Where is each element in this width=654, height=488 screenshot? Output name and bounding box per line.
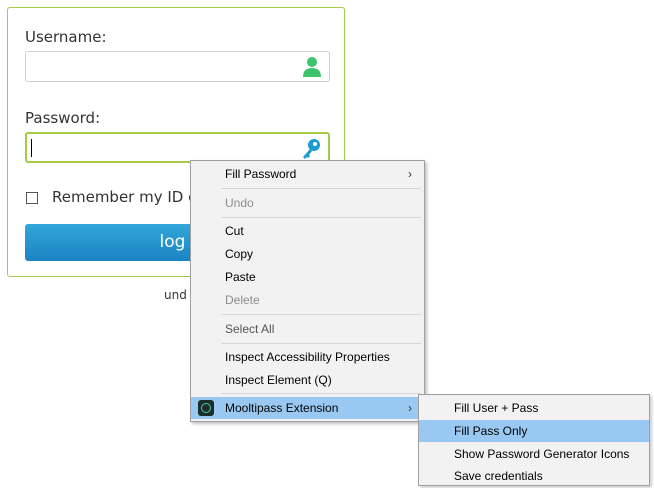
menu-item-cut[interactable]: Cut bbox=[191, 220, 424, 242]
mooltipass-submenu: Fill User + Pass Fill Pass Only Show Pas… bbox=[418, 394, 650, 486]
menu-item-select-all[interactable]: Select All bbox=[191, 318, 424, 340]
menu-separator bbox=[221, 314, 421, 315]
user-icon[interactable] bbox=[302, 56, 322, 78]
password-field[interactable] bbox=[25, 132, 330, 163]
menu-item-inspect-accessibility[interactable]: Inspect Accessibility Properties bbox=[191, 346, 424, 368]
remember-checkbox[interactable] bbox=[26, 192, 38, 204]
menu-item-label: Mooltipass Extension bbox=[225, 401, 339, 415]
menu-separator bbox=[221, 217, 421, 218]
text-caret bbox=[31, 139, 32, 157]
menu-separator bbox=[221, 343, 421, 344]
remember-label: Remember my ID c bbox=[52, 188, 197, 206]
submenu-item-fill-user-pass[interactable]: Fill User + Pass bbox=[419, 397, 649, 419]
username-field[interactable] bbox=[25, 51, 330, 82]
menu-item-label: Delete bbox=[225, 293, 260, 307]
below-link-text[interactable]: und bbox=[164, 288, 187, 302]
menu-item-label: Inspect Element (Q) bbox=[225, 373, 332, 387]
menu-item-paste[interactable]: Paste bbox=[191, 266, 424, 288]
menu-item-label: Show Password Generator Icons bbox=[454, 447, 630, 461]
menu-item-label: Fill Password bbox=[225, 167, 297, 181]
menu-item-copy[interactable]: Copy bbox=[191, 243, 424, 265]
password-label: Password: bbox=[25, 109, 101, 127]
submenu-item-save-credentials[interactable]: Save credentials bbox=[419, 465, 649, 487]
menu-item-label: Copy bbox=[225, 247, 254, 261]
menu-item-mooltipass-extension[interactable]: Mooltipass Extension › bbox=[191, 397, 424, 419]
context-menu: Fill Password › Undo Cut Copy Paste Dele… bbox=[190, 160, 425, 422]
menu-item-label: Save credentials bbox=[454, 469, 543, 483]
menu-item-label: Fill Pass Only bbox=[454, 424, 528, 438]
menu-item-delete[interactable]: Delete bbox=[191, 289, 424, 311]
menu-item-inspect-element[interactable]: Inspect Element (Q) bbox=[191, 369, 424, 391]
menu-item-undo[interactable]: Undo bbox=[191, 192, 424, 214]
menu-item-label: Undo bbox=[225, 196, 254, 210]
chevron-right-icon: › bbox=[408, 401, 412, 415]
menu-item-label: Select All bbox=[225, 322, 275, 336]
menu-item-label: Cut bbox=[225, 224, 244, 238]
menu-item-label: Fill User + Pass bbox=[454, 401, 539, 415]
key-icon[interactable] bbox=[301, 138, 321, 160]
menu-separator bbox=[221, 188, 421, 189]
menu-item-label: Paste bbox=[225, 270, 256, 284]
chevron-right-icon: › bbox=[408, 167, 412, 181]
menu-item-fill-password[interactable]: Fill Password › bbox=[191, 163, 424, 185]
username-label: Username: bbox=[25, 28, 107, 46]
menu-item-label: Inspect Accessibility Properties bbox=[225, 350, 390, 364]
submenu-item-fill-pass-only[interactable]: Fill Pass Only bbox=[419, 420, 649, 442]
menu-separator bbox=[221, 393, 421, 394]
submenu-item-show-generator-icons[interactable]: Show Password Generator Icons bbox=[419, 443, 649, 465]
mooltipass-icon bbox=[198, 400, 214, 416]
